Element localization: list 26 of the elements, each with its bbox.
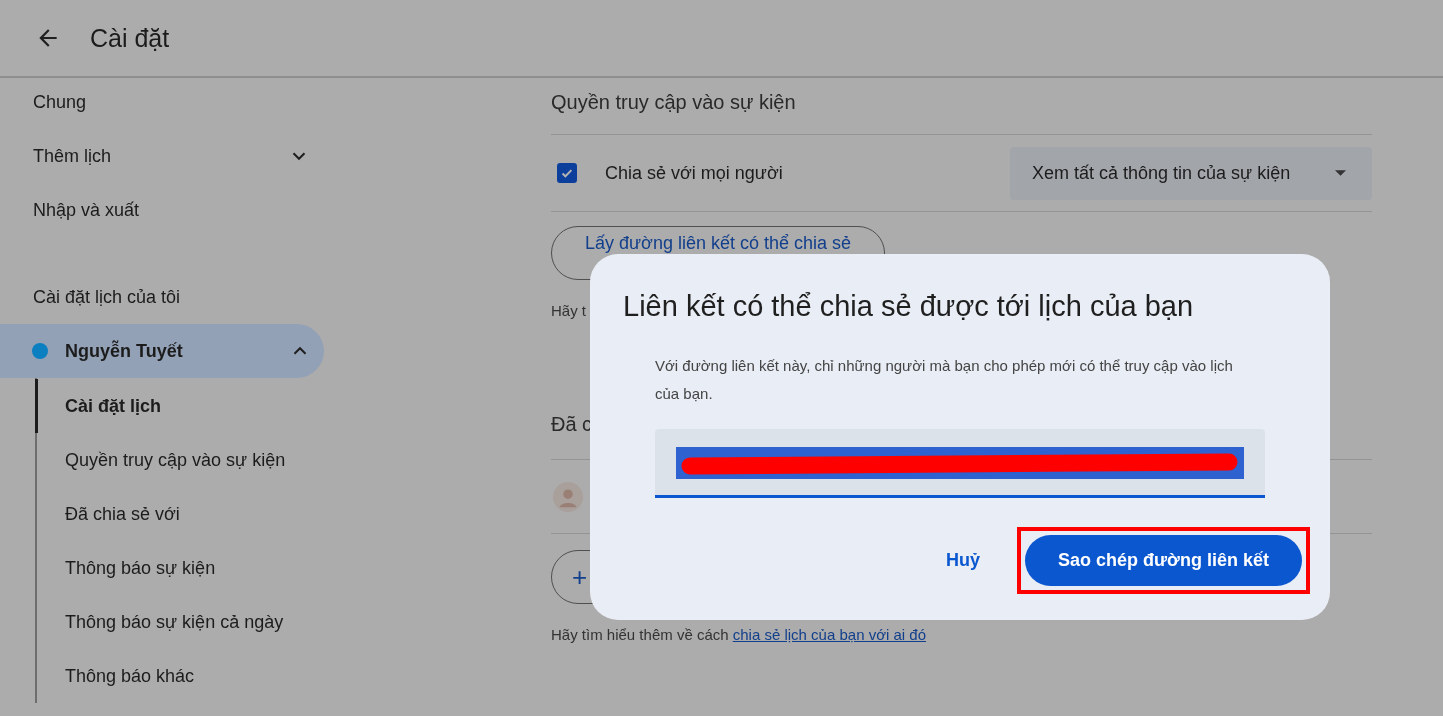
sidebar-item[interactable]: Nhập và xuất	[0, 183, 330, 237]
access-dropdown[interactable]: Xem tất cả thông tin của sự kiện	[1010, 146, 1372, 200]
sidebar-subitem[interactable]: Thông báo sự kiện cả ngày	[35, 595, 330, 649]
sidebar-subitem[interactable]: Quyền truy cập vào sự kiện	[35, 433, 330, 487]
dropdown-caret-icon	[1335, 170, 1346, 176]
sidebar-subitem[interactable]: Cài đặt lịch	[35, 379, 330, 433]
link-field[interactable]	[655, 429, 1265, 498]
sidebar-item[interactable]: Chung	[0, 75, 330, 129]
share-checkbox[interactable]	[557, 163, 577, 183]
checkbox-label: Chia sẻ với mọi người	[605, 162, 783, 184]
sidebar-subitem[interactable]: Đã chia sẻ với	[35, 487, 330, 541]
section-title: Cài đặt lịch của tôi	[32, 285, 182, 309]
help-link[interactable]: chia sẻ lịch của bạn với ai đó	[732, 626, 927, 643]
dialog-message: Với đường liên kết này, chỉ những người mà bạn cho phép mới có thể truy cập vào lịch của bạn.	[655, 356, 1234, 404]
avatar-icon	[553, 481, 583, 512]
sidebar-subitem[interactable]: Thông báo khác	[35, 649, 330, 703]
help-text: Hãy t	[551, 302, 586, 319]
section-title: Quyền truy cập vào sự kiện	[551, 91, 1372, 135]
sidebar-item[interactable]: Thêm lịch	[0, 129, 330, 183]
sidebar-subitem[interactable]: Thông báo sự kiện	[35, 541, 330, 595]
copy-link-button[interactable]: Sao chép đường liên kết	[1025, 535, 1302, 586]
page-title: Cài đặt	[90, 23, 170, 53]
calendar-item[interactable]: Nguyễn Tuyết	[0, 324, 324, 378]
cancel-button[interactable]: Huỷ	[942, 542, 984, 579]
dialog-title: Liên kết có thể chia sẻ được tới lịch của bạn	[623, 290, 1195, 323]
help-text: Hãy tìm hiểu thêm về cách chia sẻ lịch của bạn với ai đó	[551, 626, 927, 643]
